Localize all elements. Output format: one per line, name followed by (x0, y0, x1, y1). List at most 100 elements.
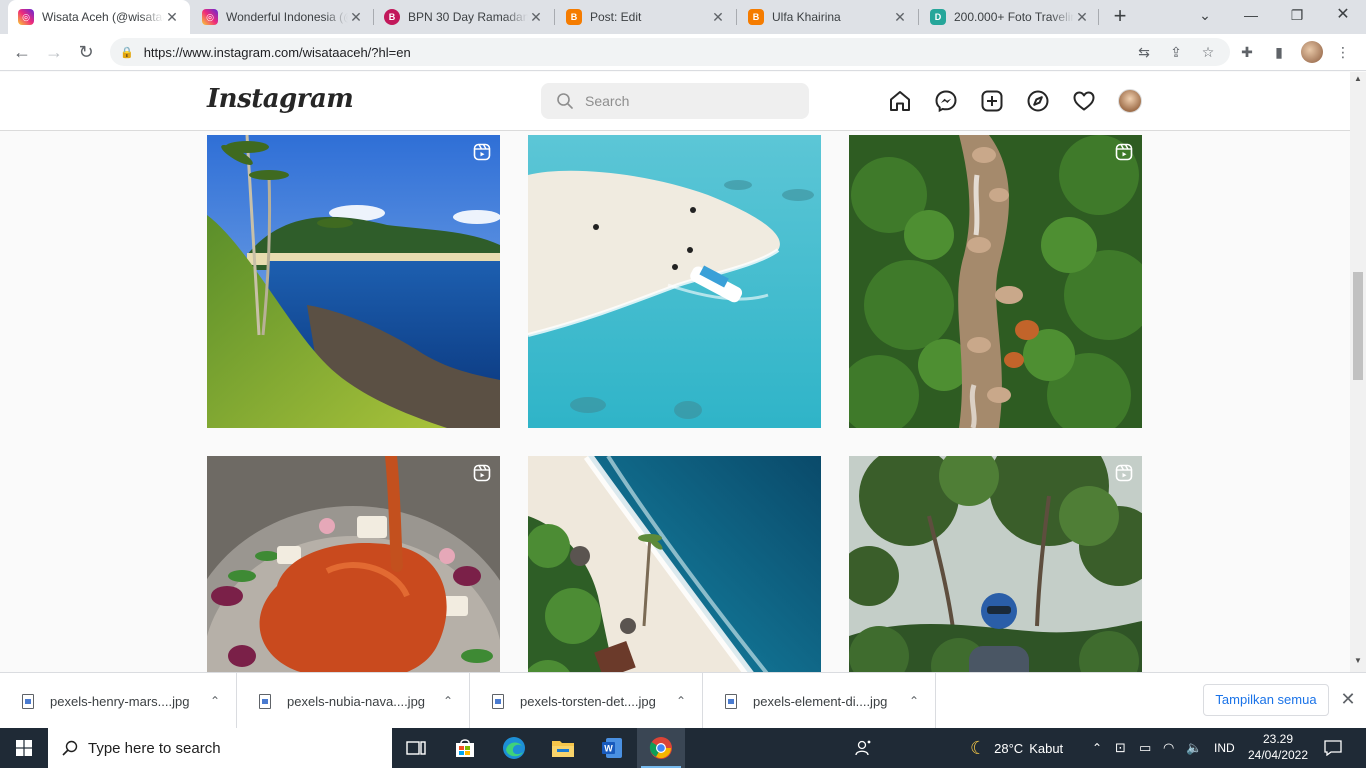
instagram-search-box[interactable] (541, 83, 809, 119)
battery-icon[interactable]: ▭ (1139, 728, 1151, 768)
chevron-up-icon[interactable]: ⌃ (909, 694, 919, 708)
download-item[interactable]: pexels-element-di....jpg ⌃ (703, 673, 936, 729)
task-view-icon[interactable] (392, 728, 440, 768)
volume-icon[interactable]: 🔈 (1186, 728, 1202, 768)
language-indicator[interactable]: IND (1214, 728, 1235, 768)
tab-search-chevron-icon[interactable]: ⌄ (1182, 0, 1228, 30)
new-tab-icon[interactable]: + (1108, 5, 1132, 29)
weather-widget[interactable]: ☾ 28°C Kabut (970, 728, 1063, 768)
tab-title: Post: Edit (590, 10, 642, 24)
close-downloads-bar-icon[interactable]: ✕ (1338, 689, 1358, 709)
post-rujak-fruit-sauce[interactable] (207, 456, 500, 672)
new-post-icon[interactable] (980, 89, 1004, 113)
scrollbar-thumb[interactable] (1353, 272, 1363, 380)
tab-wisata-aceh[interactable]: ◎ Wisata Aceh (@wisataaceh) ✕ (8, 0, 190, 34)
posts-grid (0, 131, 1350, 672)
minimize-icon[interactable]: — (1228, 0, 1274, 30)
search-input[interactable] (585, 93, 805, 109)
taskbar-search-box[interactable] (48, 728, 392, 768)
profile-avatar[interactable] (1118, 89, 1142, 113)
post-thumbnail-image (849, 135, 1142, 428)
close-tab-icon[interactable]: ✕ (348, 9, 364, 26)
messenger-icon[interactable] (934, 89, 958, 113)
explore-icon[interactable] (1026, 89, 1050, 113)
close-tab-icon[interactable]: ✕ (710, 9, 726, 26)
chevron-up-icon[interactable]: ⌃ (676, 694, 686, 708)
tab-post-edit[interactable]: B Post: Edit ✕ (556, 0, 736, 34)
home-icon[interactable] (888, 89, 912, 113)
microsoft-store-icon[interactable] (441, 728, 489, 768)
chevron-up-icon[interactable]: ⌃ (443, 694, 453, 708)
download-item[interactable]: pexels-nubia-nava....jpg ⌃ (237, 673, 470, 729)
page-scrollbar[interactable]: ▲ ▼ (1350, 72, 1366, 672)
close-tab-icon[interactable]: ✕ (892, 9, 908, 26)
close-window-icon[interactable]: ✕ (1320, 0, 1366, 30)
tab-separator (1098, 9, 1099, 25)
tab-bpn-ramadan[interactable]: B BPN 30 Day Ramadan ✕ (374, 0, 554, 34)
moon-cloud-weather-icon: ☾ (970, 737, 987, 758)
weather-temperature: 28°C (994, 740, 1024, 756)
extensions-puzzle-icon[interactable]: ✚ (1237, 42, 1257, 62)
back-arrow-icon[interactable]: ← (10, 40, 34, 64)
restore-icon[interactable]: ❐ (1274, 0, 1320, 30)
tab-separator (736, 9, 737, 25)
kebab-menu-icon[interactable]: ⋮ (1333, 42, 1353, 62)
download-item[interactable]: pexels-henry-mars....jpg ⌃ (0, 673, 237, 729)
post-coastal-hill-palms[interactable] (207, 135, 500, 428)
post-jungle-river-aerial[interactable] (849, 135, 1142, 428)
tab-separator (554, 9, 555, 25)
bookmark-star-icon[interactable]: ☆ (1198, 42, 1218, 62)
people-icon[interactable] (840, 728, 888, 768)
file-explorer-icon[interactable] (539, 728, 587, 768)
side-panel-icon[interactable]: ▮ (1269, 42, 1289, 62)
url-text: https://www.instagram.com/wisataaceh/?hl… (143, 44, 411, 60)
notification-center-icon[interactable] (1322, 728, 1344, 768)
instagram-logo[interactable]: Instagram (207, 84, 354, 114)
chrome-browser-icon[interactable] (637, 728, 685, 768)
download-item[interactable]: pexels-torsten-det....jpg ⌃ (470, 673, 703, 729)
downloads-bar: pexels-henry-mars....jpg ⌃ pexels-nubia-… (0, 672, 1366, 729)
windows-taskbar: W ☾ 28°C Kabut ⌃ ⊡ ▭ ◠ 🔈 IND 23.29 24/04… (0, 728, 1366, 768)
tab-title: 200.000+ Foto Traveling (954, 10, 1074, 24)
scroll-up-arrow-icon[interactable]: ▲ (1350, 74, 1366, 88)
translate-icon[interactable]: ⇆ (1134, 42, 1154, 62)
browser-tab-strip: ◎ Wisata Aceh (@wisataaceh) ✕ ◎ Wonderfu… (0, 0, 1366, 34)
post-thumbnail-image (207, 456, 500, 672)
image-file-icon (492, 693, 504, 709)
chevron-up-icon[interactable]: ⌃ (210, 694, 220, 708)
search-icon (557, 93, 573, 109)
wifi-icon[interactable]: ◠ (1163, 728, 1174, 768)
tab-title: Wonderful Indonesia (@wonderfulindonesia… (226, 10, 348, 24)
post-motorbike-rider-trees[interactable] (849, 456, 1142, 672)
show-all-downloads-button[interactable]: Tampilkan semua (1203, 684, 1329, 716)
share-icon[interactable]: ⇪ (1166, 42, 1186, 62)
clock-date: 24/04/2022 (1247, 748, 1309, 762)
scroll-down-arrow-icon[interactable]: ▼ (1350, 656, 1366, 670)
reel-icon (1115, 143, 1133, 161)
address-bar[interactable]: 🔒 https://www.instagram.com/wisataaceh/?… (110, 38, 1230, 66)
meet-now-icon[interactable]: ⊡ (1115, 728, 1126, 768)
reload-icon[interactable]: ↻ (74, 40, 98, 64)
taskbar-search-input[interactable] (88, 739, 368, 757)
post-beach-shoreline-aerial[interactable] (528, 456, 821, 672)
svg-text:W: W (604, 744, 613, 754)
forward-arrow-icon[interactable]: → (42, 40, 66, 64)
edge-browser-icon[interactable] (490, 728, 538, 768)
browser-toolbar: ← → ↻ 🔒 https://www.instagram.com/wisata… (0, 34, 1366, 71)
browser-profile-avatar[interactable] (1301, 41, 1323, 63)
system-clock[interactable]: 23.29 24/04/2022 (1240, 731, 1316, 763)
tab-foto-traveling[interactable]: D 200.000+ Foto Traveling ✕ (920, 0, 1100, 34)
tab-wonderful-indonesia[interactable]: ◎ Wonderful Indonesia (@wonderfulindones… (192, 0, 374, 34)
post-sandbar-boat-aerial[interactable] (528, 135, 821, 428)
show-hidden-icons-chevron-icon[interactable]: ⌃ (1092, 728, 1102, 768)
windows-logo-icon (16, 740, 32, 756)
activity-heart-icon[interactable] (1072, 89, 1096, 113)
tab-ulfa-khairina[interactable]: B Ulfa Khairina ✕ (738, 0, 918, 34)
close-tab-icon[interactable]: ✕ (528, 9, 544, 26)
depositphotos-favicon-icon: D (930, 9, 946, 25)
close-tab-icon[interactable]: ✕ (164, 9, 180, 26)
start-button[interactable] (0, 728, 48, 768)
microsoft-word-icon[interactable]: W (588, 728, 636, 768)
bpn-favicon-icon: B (384, 9, 400, 25)
close-tab-icon[interactable]: ✕ (1074, 9, 1090, 26)
